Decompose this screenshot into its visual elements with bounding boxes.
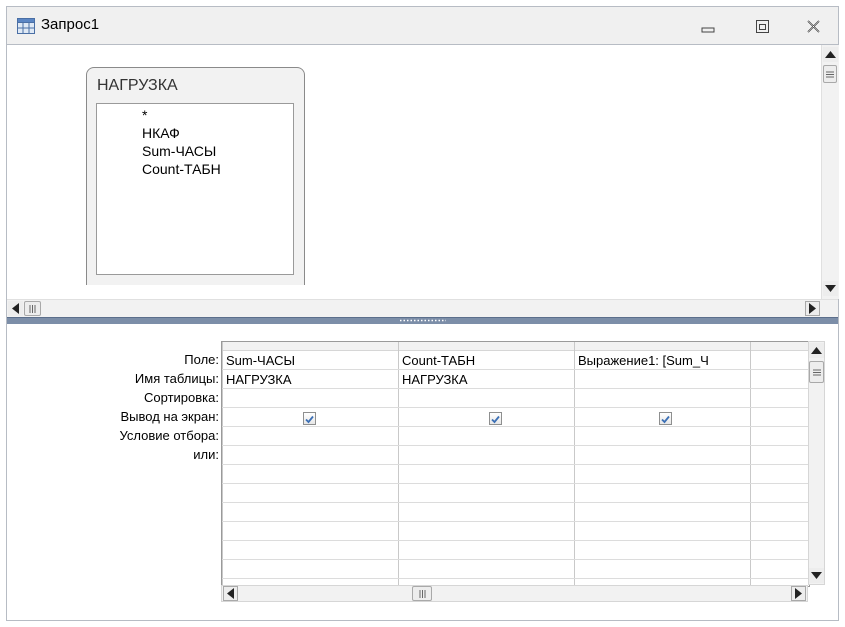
row-label-show: Вывод на экран:	[120, 409, 219, 424]
query-window: Запрос1 НАГРУЗКА * НКАФ Sum-ЧАСЫ Count-Т…	[6, 6, 839, 621]
grip-icon	[812, 369, 821, 375]
scroll-thumb[interactable]	[809, 361, 824, 383]
row-label-criteria: Условие отбора:	[119, 428, 219, 443]
grip-icon	[826, 71, 834, 77]
arrow-down-icon	[811, 572, 822, 579]
restore-button[interactable]	[753, 19, 773, 35]
fields-list: * НКАФ Sum-ЧАСЫ Count-ТАБН	[96, 103, 294, 275]
upper-horizontal-scrollbar[interactable]	[7, 299, 838, 317]
table-cell[interactable]: НАГРУЗКА	[402, 372, 572, 387]
show-checkbox[interactable]	[489, 412, 502, 425]
field-cell[interactable]: Sum-ЧАСЫ	[226, 353, 396, 368]
table-title: НАГРУЗКА	[97, 77, 178, 94]
column-selector-bar[interactable]	[222, 342, 809, 351]
scroll-thumb[interactable]	[823, 65, 837, 83]
field-cell[interactable]: Count-ТАБН	[402, 353, 572, 368]
scroll-thumb[interactable]	[412, 586, 432, 601]
row-label-sort: Сортировка:	[144, 390, 219, 405]
title-bar: Запрос1	[7, 7, 838, 44]
tables-pane: НАГРУЗКА * НКАФ Sum-ЧАСЫ Count-ТАБН	[7, 44, 839, 318]
table-field-list[interactable]: НАГРУЗКА * НКАФ Sum-ЧАСЫ Count-ТАБН	[86, 67, 305, 285]
close-icon	[807, 20, 820, 33]
window-title: Запрос1	[41, 16, 100, 33]
field-cell[interactable]: Выражение1: [Sum_Ч	[578, 353, 748, 368]
checkmark-icon	[661, 415, 670, 424]
show-checkbox[interactable]	[659, 412, 672, 425]
scroll-left-button[interactable]	[223, 586, 238, 601]
grip-icon	[419, 589, 425, 598]
scroll-left-button[interactable]	[8, 301, 23, 316]
scroll-right-button[interactable]	[805, 301, 820, 316]
field-item[interactable]: НКАФ	[142, 125, 180, 141]
query-icon	[17, 18, 35, 34]
table-cell[interactable]: НАГРУЗКА	[226, 372, 396, 387]
upper-vertical-scrollbar[interactable]	[821, 45, 839, 299]
splitter-grip-icon	[400, 319, 446, 322]
design-grid-pane: Поле: Имя таблицы: Сортировка: Вывод на …	[7, 324, 838, 620]
scroll-down-button[interactable]	[809, 568, 824, 583]
field-item[interactable]: Count-ТАБН	[142, 161, 221, 177]
arrow-up-icon	[825, 51, 836, 58]
field-item[interactable]: Sum-ЧАСЫ	[142, 143, 216, 159]
row-label-table: Имя таблицы:	[134, 371, 219, 386]
arrow-right-icon	[809, 303, 816, 314]
checkmark-icon	[491, 415, 500, 424]
query-design-grid: Sum-ЧАСЫ НАГРУЗКА Count-ТАБН НАГРУЗКА Вы…	[221, 341, 810, 587]
scroll-down-button[interactable]	[823, 281, 838, 296]
minimize-icon	[701, 27, 715, 33]
checkmark-icon	[305, 415, 314, 424]
grip-icon	[29, 304, 36, 313]
row-label-field: Поле:	[184, 352, 219, 367]
scroll-up-button[interactable]	[809, 343, 824, 358]
scroll-thumb[interactable]	[24, 301, 41, 316]
close-button[interactable]	[804, 19, 824, 35]
arrow-left-icon	[12, 303, 19, 314]
scroll-right-button[interactable]	[791, 586, 806, 601]
arrow-up-icon	[811, 347, 822, 354]
show-checkbox[interactable]	[303, 412, 316, 425]
restore-icon	[756, 20, 769, 33]
arrow-left-icon	[227, 588, 234, 599]
grid-vertical-scrollbar[interactable]	[808, 341, 825, 585]
arrow-right-icon	[795, 588, 802, 599]
minimize-button[interactable]	[699, 19, 719, 35]
grid-horizontal-scrollbar[interactable]	[221, 585, 808, 602]
field-item[interactable]: *	[142, 107, 147, 123]
row-label-or: или:	[193, 447, 219, 462]
arrow-down-icon	[825, 285, 836, 292]
scroll-up-button[interactable]	[823, 47, 838, 62]
